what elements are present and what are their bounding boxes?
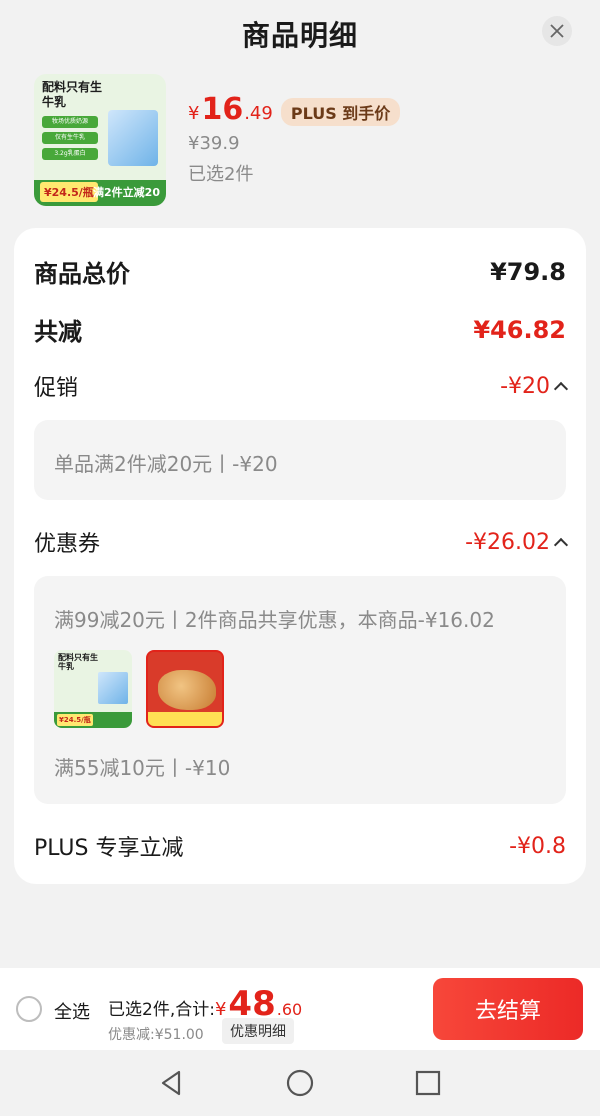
total-price-row: 商品总价 ¥79.8 bbox=[34, 257, 566, 289]
coupon-product-thumbnail[interactable]: 配料只有生牛乳 ¥24.5/瓶 bbox=[54, 650, 132, 728]
home-icon[interactable] bbox=[285, 1068, 315, 1098]
thumb-price-chip: ¥24.5/瓶 bbox=[40, 182, 98, 202]
plus-discount-row: PLUS 专享立减 -¥0.8 bbox=[34, 833, 566, 862]
close-button[interactable] bbox=[542, 16, 572, 46]
thumb-headline: 配料只有生牛乳 bbox=[42, 80, 103, 109]
milk-box-image bbox=[98, 672, 128, 704]
sheet-header: 商品明细 bbox=[0, 0, 600, 64]
product-price: ¥ 16 .49 PLUS 到手价 bbox=[188, 92, 568, 127]
promotion-row[interactable]: 促销 -¥20 bbox=[34, 370, 569, 402]
select-all-checkbox[interactable] bbox=[16, 996, 42, 1022]
coupon-product-thumbnail[interactable] bbox=[146, 650, 224, 728]
checkout-bar: 全选 已选2件,合计: ¥ 48 .60 优惠减:¥51.00 优惠明细 去结算 bbox=[0, 968, 600, 1050]
chevron-up-icon bbox=[553, 381, 569, 397]
back-icon[interactable] bbox=[157, 1068, 187, 1098]
product-summary: 配料只有生牛乳 牧场优质奶源 仅有生牛乳 3.2g乳蛋白 ¥24.5/瓶 满2件… bbox=[34, 74, 574, 208]
close-icon bbox=[550, 24, 564, 38]
total-reduction-row: 共减 ¥46.82 bbox=[34, 315, 566, 347]
product-thumbnail[interactable]: 配料只有生牛乳 牧场优质奶源 仅有生牛乳 3.2g乳蛋白 ¥24.5/瓶 满2件… bbox=[34, 74, 166, 206]
chevron-up-icon bbox=[553, 537, 569, 553]
select-all-label[interactable]: 全选 bbox=[54, 998, 90, 1024]
product-info: ¥ 16 .49 PLUS 到手价 ¥39.9 已选2件 bbox=[188, 92, 568, 186]
selected-count: 已选2件 bbox=[188, 164, 254, 185]
checkout-button[interactable]: 去结算 bbox=[433, 978, 583, 1040]
original-price: ¥39.9 bbox=[188, 133, 240, 154]
discount-detail-button[interactable]: 优惠明细 bbox=[222, 1018, 294, 1044]
coupon-row[interactable]: 优惠券 -¥26.02 bbox=[34, 526, 569, 558]
promotion-detail-panel: 单品满2件减20元丨-¥20 bbox=[34, 420, 566, 500]
plus-price-tag: PLUS 到手价 bbox=[280, 98, 401, 126]
thumb-chip: 仅有生牛乳 bbox=[42, 132, 98, 144]
thumb-chip: 3.2g乳蛋白 bbox=[42, 148, 98, 160]
product-detail-sheet: 商品明细 配料只有生牛乳 牧场优质奶源 仅有生牛乳 3.2g乳蛋白 ¥24.5/… bbox=[0, 0, 600, 1116]
recents-icon[interactable] bbox=[413, 1068, 443, 1098]
milk-box-image bbox=[108, 110, 158, 166]
coupon-detail-panel: 满99减20元丨2件商品共享优惠，本商品-¥16.02 配料只有生牛乳 ¥24.… bbox=[34, 576, 566, 804]
page-title: 商品明细 bbox=[241, 19, 358, 52]
saved-amount: 优惠减:¥51.00 bbox=[108, 1027, 204, 1043]
thumb-chip: 牧场优质奶源 bbox=[42, 116, 98, 128]
food-image bbox=[158, 670, 216, 710]
thumb-promo: 满2件立减20 bbox=[93, 186, 160, 199]
system-navigation-bar bbox=[0, 1050, 600, 1116]
price-detail-card: 商品总价 ¥79.8 共减 ¥46.82 促销 -¥20 单品满2件减20元丨-… bbox=[14, 228, 586, 884]
